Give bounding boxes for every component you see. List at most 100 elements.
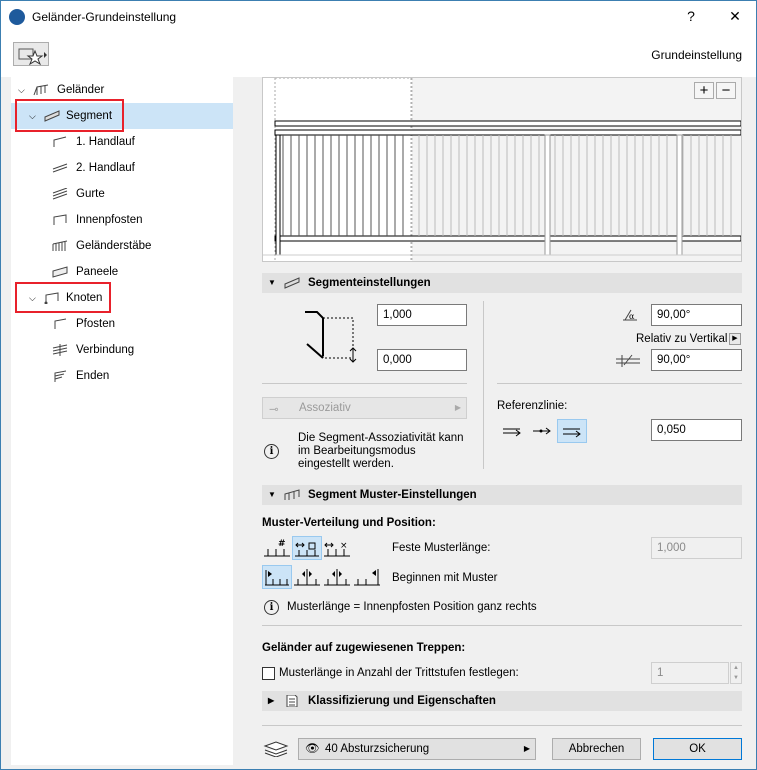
cancel-button[interactable]: Abbrechen (552, 738, 641, 760)
favorites-star-icon (18, 48, 47, 66)
reference-right-icon (563, 428, 581, 438)
info-text-line-3: eingestellt werden. (298, 458, 394, 470)
chevron-right-icon: ▶ (523, 744, 530, 753)
play-arrow-icon[interactable]: ▶ (729, 333, 741, 345)
classification-header[interactable]: ▶ Klassifizierung und Eigenschaften (262, 691, 742, 711)
inner-post-icon (53, 214, 67, 225)
title-bar: Geländer-Grundeinstellung ? ✕ (1, 1, 756, 32)
begin-left-icon (265, 570, 289, 586)
info-text-line-1: Die Segment-Assoziativität kann (298, 432, 464, 444)
railing-preview: + − (262, 77, 742, 262)
begin-left-button[interactable] (262, 565, 292, 589)
distribution-fixed-button[interactable]: # (262, 536, 292, 560)
divider (497, 383, 742, 384)
fixed-length-label: Feste Musterlänge: (392, 542, 491, 554)
tree-item-handlauf-1[interactable]: 1. Handlauf (11, 129, 233, 155)
reference-right-button[interactable] (557, 419, 587, 443)
reference-left-button[interactable] (498, 419, 528, 443)
stairs-checkbox-label: Musterlänge in Anzahl der Trittstufen fe… (279, 667, 519, 679)
stairs-count-field[interactable]: 1 (651, 662, 729, 684)
associative-icon: ⊸ (269, 404, 279, 416)
angle-icon: α (623, 309, 637, 321)
dialog-window: Geländer-Grundeinstellung ? ✕ Grundeinst… (0, 0, 757, 770)
tree-item-enden[interactable]: Enden (11, 363, 233, 389)
reference-left-icon (503, 428, 521, 437)
begin-center-alt-button[interactable] (322, 565, 352, 589)
document-icon (286, 695, 298, 707)
zoom-out-button[interactable]: − (716, 82, 736, 99)
angle-field-1[interactable]: 90,00° (651, 304, 742, 326)
relative-vertical-label: Relativ zu Vertikal (636, 333, 728, 345)
begin-right-button[interactable] (352, 565, 382, 589)
tree-item-gurte[interactable]: Gurte (11, 181, 233, 207)
tree-item-handlauf-2[interactable]: 2. Handlauf (11, 155, 233, 181)
stairs-stepper[interactable]: ▲ ▼ (730, 662, 742, 684)
expand-arrow-icon: ▶ (268, 696, 275, 705)
reference-center-icon (533, 427, 551, 435)
info-icon: i (264, 444, 279, 459)
pattern-info-text: Musterlänge = Innenpfosten Position ganz… (287, 601, 537, 613)
info-icon: i (264, 600, 279, 615)
collapse-arrow-icon: ▼ (268, 278, 276, 287)
close-button[interactable]: ✕ (721, 5, 749, 27)
reference-line-label: Referenzlinie: (497, 400, 568, 412)
begin-right-icon (354, 569, 380, 586)
settings-tree: ⌵ Geländer ⌵ Segment 1. Handlauf 2. Hand… (11, 77, 233, 765)
panel-icon (52, 266, 68, 278)
zoom-in-button[interactable]: + (694, 82, 714, 99)
connection-icon (52, 344, 68, 356)
railing-height-diagram-icon (305, 311, 357, 363)
svg-text:#: # (278, 539, 286, 549)
begin-center-alt-icon (324, 569, 350, 586)
associative-button[interactable]: Assoziativ ⊸ ▶ (262, 397, 467, 419)
begin-pattern-label: Beginnen mit Muster (392, 572, 498, 584)
handrail-icon (53, 136, 67, 147)
divider (262, 725, 742, 726)
svg-text:×: × (340, 541, 348, 551)
help-button[interactable]: ? (677, 5, 705, 27)
reference-center-button[interactable] (528, 419, 558, 443)
reference-offset-field[interactable]: 0,050 (651, 419, 742, 441)
railing-preview-drawing (263, 78, 741, 261)
header-label: Grundeinstellung (651, 48, 742, 62)
segment-icon (284, 277, 300, 289)
distribution-lock-icon (295, 542, 319, 557)
handrail-icon (52, 163, 68, 173)
segment-offset-field[interactable]: 0,000 (377, 349, 467, 371)
tree-item-gelaenderstaebe[interactable]: Geländerstäbe (11, 233, 233, 259)
top-bar: Grundeinstellung (1, 32, 756, 77)
angle-vertical-icon (616, 354, 640, 367)
angle-field-2[interactable]: 90,00° (651, 349, 742, 371)
rails-icon (52, 188, 68, 200)
begin-center-button[interactable] (292, 565, 322, 589)
segment-height-field[interactable]: 1,000 (377, 304, 467, 326)
tree-scrollbar[interactable] (233, 77, 243, 765)
tree-item-verbindung[interactable]: Verbindung (11, 337, 233, 363)
layers-icon (263, 741, 289, 757)
vertical-divider (483, 301, 484, 469)
distribution-lock-button[interactable] (292, 536, 322, 560)
stairs-checkbox[interactable] (262, 667, 275, 680)
tree-item-innenpfosten[interactable]: Innenpfosten (11, 207, 233, 233)
ok-button[interactable]: OK (653, 738, 742, 760)
divider (262, 383, 467, 384)
distribution-fixed-icon: # (264, 539, 290, 557)
highlight-box-knoten (15, 282, 111, 313)
favorites-button[interactable] (13, 42, 49, 66)
pattern-settings-header[interactable]: ▼ Segment Muster-Einstellungen (262, 485, 742, 505)
railing-icon (33, 84, 49, 96)
window-title: Geländer-Grundeinstellung (32, 10, 177, 24)
layer-dropdown[interactable]: 👁 40 Absturzsicherung ▶ (298, 738, 536, 760)
begin-center-icon (294, 569, 320, 586)
svg-text:α: α (629, 312, 635, 321)
distribution-x-icon: × (324, 541, 350, 557)
segment-settings-header[interactable]: ▼ Segmenteinstellungen (262, 273, 742, 293)
app-logo-icon (9, 9, 25, 25)
tree-item-pfosten[interactable]: Pfosten (11, 311, 233, 337)
highlight-box-segment (15, 99, 124, 132)
distribution-x-button[interactable]: × (322, 536, 352, 560)
ends-icon (54, 370, 67, 382)
divider (262, 625, 742, 626)
eye-icon: 👁 (305, 743, 320, 755)
fixed-length-field[interactable]: 1,000 (651, 537, 742, 559)
